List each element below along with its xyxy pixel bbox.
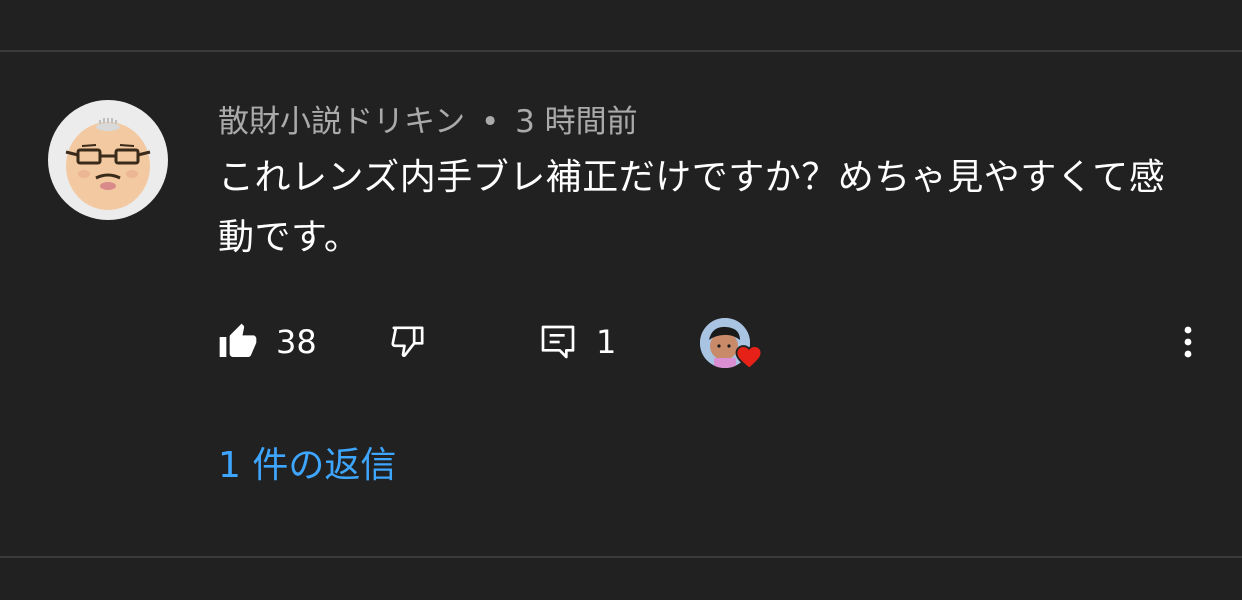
thumbs-up-icon [219, 323, 257, 357]
view-replies-link[interactable]: 1 件の返信 [218, 440, 396, 492]
comment-timestamp[interactable]: 3 時間前 [515, 104, 638, 140]
bottom-divider [0, 556, 1242, 558]
creator-heart-group [700, 314, 763, 370]
commenter-avatar[interactable] [48, 100, 168, 220]
author-name[interactable]: 散財小説ドリキン [218, 104, 465, 140]
creator-heart-badge[interactable] [700, 312, 763, 372]
header-separator: • [480, 104, 500, 140]
comment-header: 散財小説ドリキン • 3 時間前 [218, 100, 638, 144]
like-button[interactable]: 38 [218, 312, 317, 372]
more-vertical-icon [1184, 326, 1192, 358]
top-divider [0, 50, 1242, 52]
more-options-button[interactable] [1176, 312, 1200, 372]
like-count: 38 [276, 323, 317, 361]
reply-button[interactable]: 1 [538, 312, 616, 372]
reply-count: 1 [596, 323, 617, 361]
commenter-avatar-illustration [65, 118, 151, 210]
comment-text: これレンズ内手ブレ補正だけですか？めちゃ見やすくて感動です。 [218, 157, 1166, 258]
heart-icon [735, 345, 763, 370]
thumbs-down-icon [391, 326, 424, 358]
comment-action-bar: 38 1 [218, 312, 1208, 372]
comment-icon [541, 325, 575, 359]
dislike-button[interactable] [388, 312, 428, 372]
